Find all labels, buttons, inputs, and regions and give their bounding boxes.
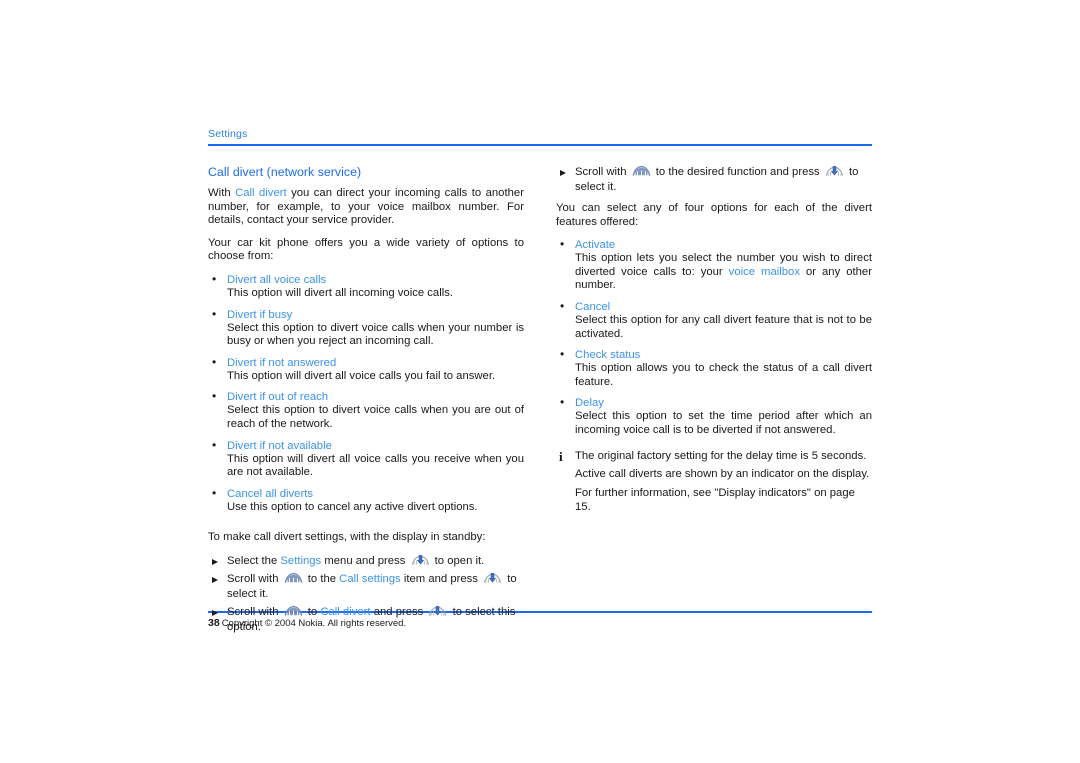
option-term[interactable]: Divert if not answered [227, 356, 524, 370]
list-item: Divert if busy Select this option to div… [208, 307, 524, 349]
press-key-icon [428, 605, 447, 617]
procedure-intro: To make call divert settings, with the d… [208, 531, 486, 544]
divert-feature-options: Activate This option lets you select the… [556, 237, 872, 437]
scroll-key-icon [632, 165, 651, 177]
step2-t1: Scroll with [227, 572, 282, 585]
left-column: Call divert (network service) With Call … [208, 165, 524, 633]
inline-link-call-divert-2[interactable]: Call divert [320, 606, 370, 618]
step1-t1: Select the [227, 554, 281, 567]
option-term[interactable]: Divert if not available [227, 439, 524, 453]
list-item: Cancel all diverts Use this option to ca… [208, 486, 524, 515]
note-line-2: Active call diverts are shown by an indi… [575, 468, 870, 481]
option-desc: This option lets you select the number y… [575, 252, 872, 293]
press-key-icon [825, 165, 844, 177]
scroll-key-icon [284, 572, 303, 584]
step1-t2: menu and press [321, 554, 409, 567]
option-term[interactable]: Divert if out of reach [227, 390, 524, 404]
inline-link-voice-mailbox[interactable]: voice mailbox [729, 266, 800, 278]
step2-t2: to the [304, 572, 340, 585]
intro-paragraph-1: With Call divert you can direct your inc… [208, 187, 524, 228]
intro-paragraph-2: Your car kit phone offers you a wide var… [208, 236, 524, 263]
step3-t1: Scroll with [227, 605, 282, 618]
press-key-icon [483, 572, 502, 584]
inline-link-call-settings[interactable]: Call settings [339, 573, 401, 585]
two-column-body: Call divert (network service) With Call … [208, 165, 872, 633]
option-term[interactable]: Check status [575, 348, 872, 362]
option-desc: This option allows you to check the stat… [575, 362, 872, 388]
step3-t2: to [304, 605, 321, 618]
option-term[interactable]: Activate [575, 238, 872, 252]
option-term[interactable]: Cancel [575, 300, 872, 314]
list-item: Cancel Select this option for any call d… [556, 299, 872, 341]
procedure-steps: Select the Settings menu and press to op… [208, 554, 524, 635]
header-rule [208, 144, 872, 146]
step3-t3: and press [370, 605, 427, 618]
option-desc: This option will divert all voice calls … [227, 369, 496, 382]
info-icon: i [559, 448, 563, 464]
list-item: Scroll with to Call divert and press to … [208, 605, 524, 635]
right-column: Scroll with to the desired function and … [556, 165, 872, 608]
note-line-3: For further information, see "Display in… [575, 487, 855, 513]
inline-link-settings[interactable]: Settings [280, 555, 321, 567]
right-intro: You can select any of four options for e… [556, 202, 872, 228]
list-item: Activate This option lets you select the… [556, 237, 872, 293]
manual-page: Settings Call divert (network service) W… [208, 128, 872, 633]
list-item: Delay Select this option to set the time… [556, 395, 872, 437]
scroll-key-icon [284, 605, 303, 617]
note-line-1: The original factory setting for the del… [575, 449, 867, 462]
option-desc: Select this option to divert voice calls… [227, 321, 524, 348]
running-head: Settings [208, 128, 248, 140]
option-term[interactable]: Cancel all diverts [227, 487, 524, 501]
option-desc: Select this option to set the time perio… [575, 410, 872, 436]
rstep-t2: to the desired function and press [652, 166, 823, 178]
list-item: Select the Settings menu and press to op… [208, 554, 524, 569]
info-note: i The original factory setting for the d… [556, 448, 872, 515]
list-item: Divert all voice calls This option will … [208, 272, 524, 301]
step2-t3: item and press [400, 572, 482, 585]
list-item: Divert if not available This option will… [208, 438, 524, 480]
option-desc: Select this option for any call divert f… [575, 313, 872, 340]
divert-options-list: Divert all voice calls This option will … [208, 272, 524, 515]
intro1-pre: With [208, 187, 236, 199]
inline-link-call-divert[interactable]: Call divert [235, 187, 287, 199]
list-item: Check status This option allows you to c… [556, 347, 872, 389]
rstep-t1: Scroll with [575, 166, 630, 178]
option-desc: This option will divert all voice calls … [227, 452, 524, 479]
option-term[interactable]: Divert if busy [227, 308, 524, 322]
step1-t3: to open it. [431, 554, 485, 567]
option-desc: Use this option to cancel any active div… [227, 500, 478, 513]
list-item: Divert if not answered This option will … [208, 355, 524, 384]
section-heading: Call divert (network service) [208, 165, 362, 179]
right-top-step: Scroll with to the desired function and … [556, 165, 872, 195]
option-desc: Select this option to divert voice calls… [227, 404, 524, 430]
list-item: Scroll with to the desired function and … [556, 165, 872, 195]
press-key-icon [411, 554, 430, 566]
option-desc: This option will divert all incoming voi… [227, 286, 454, 299]
list-item: Scroll with to the Call settings item an… [208, 572, 524, 602]
option-term[interactable]: Divert all voice calls [227, 273, 524, 287]
option-term[interactable]: Delay [575, 396, 872, 410]
list-item: Divert if out of reach Select this optio… [208, 389, 524, 431]
